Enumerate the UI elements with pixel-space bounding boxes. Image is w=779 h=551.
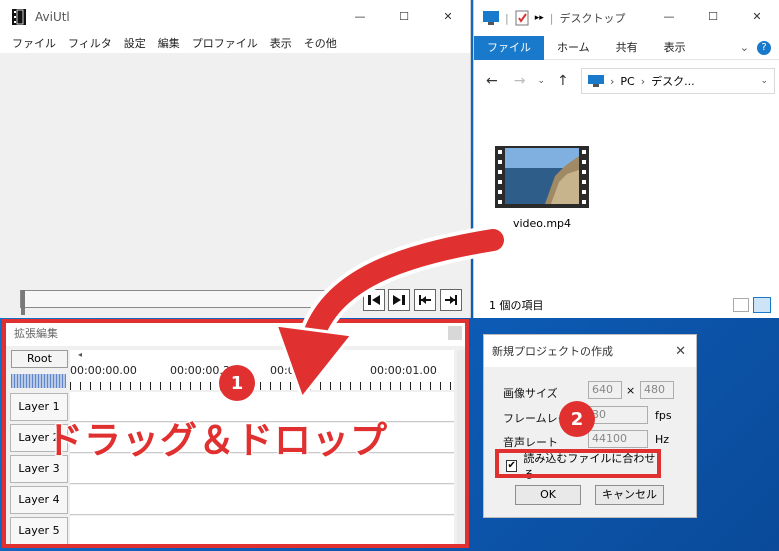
aviutl-titlebar[interactable]: AviUtl — ☐ ✕ xyxy=(0,0,470,33)
minimize-button[interactable]: — xyxy=(338,0,382,33)
close-icon: ✕ xyxy=(443,10,453,23)
breadcrumb-desktop[interactable]: デスク... xyxy=(651,73,695,89)
menu-filter[interactable]: フィルタ xyxy=(62,35,118,51)
film-icon xyxy=(12,8,26,25)
properties-icon[interactable] xyxy=(515,10,529,26)
video-file-item[interactable]: video.mp4 xyxy=(494,146,590,230)
forward-icon[interactable]: → xyxy=(514,73,526,89)
address-bar[interactable]: › PC › デスク... ⌄ xyxy=(581,68,775,94)
tab-share[interactable]: 共有 xyxy=(603,36,651,60)
explorer-title: デスクトップ xyxy=(559,12,626,25)
minimize-icon: — xyxy=(663,10,675,23)
maximize-button[interactable]: ☐ xyxy=(382,0,426,33)
tab-view[interactable]: 表示 xyxy=(651,36,699,60)
desktop-icon xyxy=(483,11,499,25)
menu-other[interactable]: その他 xyxy=(298,35,343,51)
ribbon-expand-icon[interactable]: ⌄ xyxy=(740,41,749,54)
fps-unit: fps xyxy=(655,409,672,422)
pc-icon xyxy=(588,75,604,87)
dialog-title: 新規プロジェクトの作成 xyxy=(492,345,613,358)
step-2-badge: 2 xyxy=(559,401,595,437)
help-icon[interactable]: ? xyxy=(757,40,771,55)
video-preview-area xyxy=(0,53,470,285)
video-thumbnail-icon xyxy=(495,146,589,208)
status-bar: 1 個の項目 xyxy=(474,294,779,316)
dialog-close-icon[interactable]: ✕ xyxy=(675,344,686,359)
details-view-icon[interactable] xyxy=(733,298,749,312)
back-icon[interactable]: ← xyxy=(486,73,498,89)
menu-settings[interactable]: 設定 xyxy=(118,35,152,51)
menu-view[interactable]: 表示 xyxy=(264,35,298,51)
last-frame-button[interactable] xyxy=(440,289,462,311)
dialog-titlebar[interactable]: 新規プロジェクトの作成 ✕ xyxy=(484,335,696,367)
explorer-titlebar[interactable]: | ▸▸ | デスクトップ — ☐ ✕ xyxy=(474,0,779,36)
address-dropdown-icon[interactable]: ⌄ xyxy=(760,76,768,86)
item-count: 1 個の項目 xyxy=(489,299,544,312)
audio-rate-field[interactable]: 44100 xyxy=(588,430,648,448)
explorer-close-button[interactable]: ✕ xyxy=(735,0,779,33)
step-1-badge: 1 xyxy=(219,365,255,401)
jump-end-icon xyxy=(445,295,457,305)
first-frame-button[interactable] xyxy=(414,289,436,311)
prev-frame-button[interactable] xyxy=(363,289,385,311)
minimize-icon: — xyxy=(354,10,366,23)
seek-bar[interactable] xyxy=(20,290,326,315)
aviutl-window: AviUtl — ☐ ✕ ファイル フィルタ 設定 編集 プロファイル 表示 そ… xyxy=(0,0,471,318)
drag-and-drop-caption: ドラッグ＆ドロップ xyxy=(45,418,388,463)
times-sign: × xyxy=(626,384,636,397)
next-frame-button[interactable] xyxy=(388,289,410,311)
hz-unit: Hz xyxy=(655,433,670,446)
breadcrumb-pc[interactable]: PC xyxy=(620,75,634,88)
tab-file[interactable]: ファイル xyxy=(474,35,544,60)
framerate-field[interactable]: 30 xyxy=(588,406,648,424)
explorer-minimize-button[interactable]: — xyxy=(647,0,691,33)
step-back-icon xyxy=(368,295,380,305)
close-icon: ✕ xyxy=(752,10,762,23)
seek-thumb[interactable] xyxy=(21,290,25,315)
menu-file[interactable]: ファイル xyxy=(6,35,62,51)
maximize-icon: ☐ xyxy=(399,10,409,23)
quick-access-dropdown-icon[interactable]: ▸▸ xyxy=(535,13,544,23)
jump-start-icon xyxy=(419,295,431,305)
maximize-icon: ☐ xyxy=(708,10,718,23)
close-button[interactable]: ✕ xyxy=(426,0,470,33)
audio-rate-label: 音声レート xyxy=(503,436,558,449)
ok-button[interactable]: OK xyxy=(515,485,581,505)
cancel-button[interactable]: キャンセル xyxy=(595,485,664,505)
explorer-maximize-button[interactable]: ☐ xyxy=(691,0,735,33)
checkbox-highlight-frame xyxy=(495,449,661,478)
explorer-window: | ▸▸ | デスクトップ — ☐ ✕ ファイル ホーム 共有 表示 ⌄ ? ←… xyxy=(473,0,779,318)
file-name-label: video.mp4 xyxy=(512,217,572,230)
up-icon[interactable]: ↑ xyxy=(557,73,569,89)
image-size-label: 画像サイズ xyxy=(503,387,558,400)
width-field[interactable]: 640 xyxy=(588,381,622,399)
aviutl-menubar: ファイル フィルタ 設定 編集 プロファイル 表示 その他 xyxy=(0,33,470,53)
height-field[interactable]: 480 xyxy=(640,381,674,399)
aviutl-title: AviUtl xyxy=(35,9,70,24)
menu-edit[interactable]: 編集 xyxy=(152,35,186,51)
step-forward-icon xyxy=(393,295,405,305)
large-icons-view-icon[interactable] xyxy=(753,297,771,313)
ribbon-tabs: ファイル ホーム 共有 表示 ⌄ ? xyxy=(474,35,779,60)
menu-profile[interactable]: プロファイル xyxy=(186,35,264,51)
recent-dropdown-icon[interactable]: ⌄ xyxy=(537,76,545,86)
tab-home[interactable]: ホーム xyxy=(544,36,603,60)
